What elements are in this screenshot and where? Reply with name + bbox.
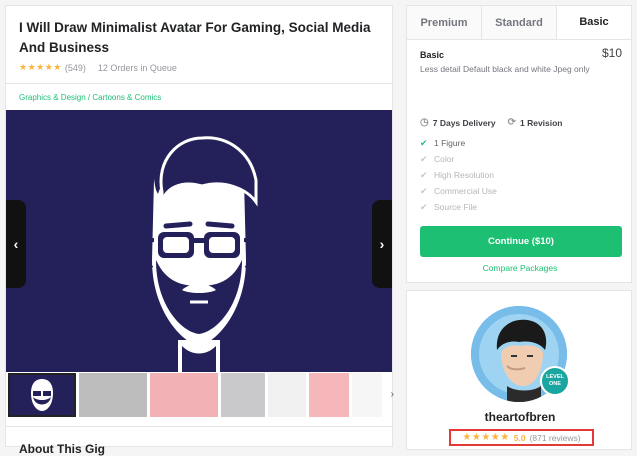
gig-title: I Will Draw Minimalist Avatar For Gaming… xyxy=(19,20,371,55)
package-price: $10 xyxy=(601,46,622,60)
orders-in-queue: 12 Orders in Queue xyxy=(97,62,177,73)
divider xyxy=(6,83,392,84)
feature-label: Color xyxy=(434,154,455,164)
avatar-illustration xyxy=(6,110,392,372)
gig-main-image: ‹ › xyxy=(6,110,392,372)
seller-rating: ★★★★★ 5.0 (871 reviews) xyxy=(449,429,594,446)
thumbnail[interactable] xyxy=(221,373,265,417)
check-icon: ✔ xyxy=(420,169,428,180)
rating-count[interactable]: (549) xyxy=(65,63,86,73)
feature-label: Source File xyxy=(434,202,477,212)
thumbnail[interactable] xyxy=(309,373,349,417)
next-image-button[interactable]: › xyxy=(372,200,392,288)
thumbnail[interactable] xyxy=(8,373,76,417)
package-header: Basic $10 xyxy=(420,46,622,60)
revisions: ⟳ 1 Revision xyxy=(508,117,563,128)
continue-button[interactable]: Continue ($10) xyxy=(420,226,622,257)
about-heading: About This Gig xyxy=(19,442,105,456)
package-tabs: Premium Standard Basic xyxy=(407,6,631,40)
clock-icon: ◷ xyxy=(420,117,429,128)
chevron-left-icon: ‹ xyxy=(13,236,19,252)
gig-overview-card: I Will Draw Minimalist Avatar For Gaming… xyxy=(5,5,394,456)
feature-item: ✔ Commercial Use xyxy=(420,183,497,199)
packages-card: Premium Standard Basic Basic $10 Less de… xyxy=(406,5,632,283)
chevron-right-icon: › xyxy=(379,236,385,252)
tab-premium[interactable]: Premium xyxy=(407,6,482,39)
feature-label: 1 Figure xyxy=(434,138,466,148)
rating-stars-icon: ★★★★★ xyxy=(19,62,62,72)
delivery-time: ◷ 7 Days Delivery xyxy=(420,117,496,128)
thumbnail-strip: › xyxy=(8,373,394,421)
check-icon: ✔ xyxy=(420,153,428,164)
thumbnail[interactable] xyxy=(79,373,147,417)
level-badge: LEVEL ONE xyxy=(540,366,570,396)
package-name: Basic xyxy=(420,50,445,60)
breadcrumb[interactable]: Graphics & Design / Cartoons & Comics xyxy=(19,93,161,102)
compare-packages-link[interactable]: Compare Packages xyxy=(407,263,633,273)
revisions-label: 1 Revision xyxy=(519,117,563,128)
delivery-label: 7 Days Delivery xyxy=(432,117,496,128)
package-description: Less detail Default black and white Jpeg… xyxy=(420,64,590,74)
thumbnail[interactable] xyxy=(352,373,382,417)
check-icon: ✔ xyxy=(420,201,428,212)
check-icon: ✔ xyxy=(420,185,428,196)
thumbnail-avatar-image xyxy=(31,379,53,411)
rating-stars-icon: ★★★★★ xyxy=(462,432,510,443)
check-icon: ✔ xyxy=(420,137,428,148)
review-count[interactable]: (871 reviews) xyxy=(530,433,581,443)
seller-card: LEVEL ONE theartofbren ★★★★★ 5.0 (871 re… xyxy=(406,290,632,450)
feature-item: ✔ Color xyxy=(420,151,497,167)
refresh-icon: ⟳ xyxy=(507,117,516,128)
chevron-right-icon[interactable]: › xyxy=(391,389,394,400)
feature-item: ✔ High Resolution xyxy=(420,167,497,183)
thumbnail[interactable] xyxy=(150,373,218,417)
prev-image-button[interactable]: ‹ xyxy=(6,200,26,288)
feature-label: High Resolution xyxy=(434,170,495,180)
gig-meta: ★★★★★ (549) 12 Orders in Queue xyxy=(19,62,177,73)
feature-item: ✔ Source File xyxy=(420,199,497,215)
seller-avatar-wrap: LEVEL ONE xyxy=(471,306,570,402)
divider xyxy=(6,426,392,427)
rating-score: 5.0 xyxy=(513,432,526,443)
thumbnail[interactable] xyxy=(268,373,306,417)
feature-item: ✔ 1 Figure xyxy=(420,135,497,151)
feature-list: ✔ 1 Figure ✔ Color ✔ High Resolution ✔ Comme… xyxy=(420,135,497,215)
package-stats: ◷ 7 Days Delivery ⟳ 1 Revision xyxy=(420,117,563,128)
seller-name[interactable]: theartofbren xyxy=(407,410,633,424)
feature-label: Commercial Use xyxy=(434,186,497,196)
tab-standard[interactable]: Standard xyxy=(482,6,557,39)
tab-basic[interactable]: Basic xyxy=(557,6,631,39)
